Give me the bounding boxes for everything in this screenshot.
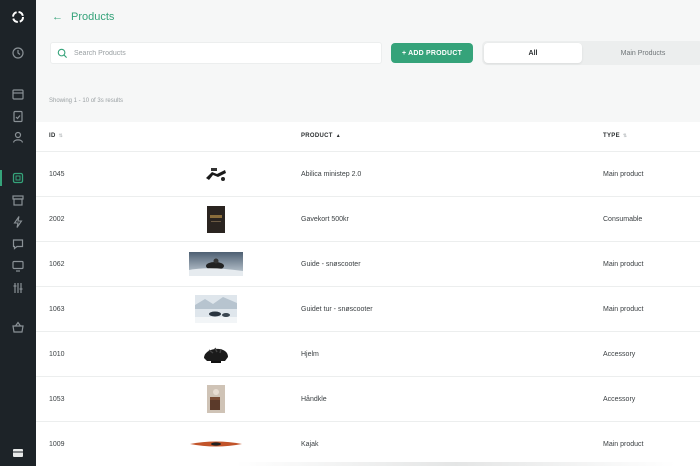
cell-product: Abilica ministep 2.0 [301,170,362,178]
cell-id: 1010 [49,350,65,358]
panel-icon[interactable] [11,446,25,460]
table-row[interactable]: 1063 Guidet tur - snøscooter Main produc… [36,287,700,332]
cell-id: 1009 [49,440,65,448]
add-product-button[interactable]: + ADD PRODUCT [391,43,473,63]
cell-type: Main product [603,305,644,313]
monitor-icon[interactable] [11,259,25,273]
basket-icon[interactable] [11,320,25,334]
scroll-shadow [236,462,676,466]
chat-icon[interactable] [11,237,25,251]
history-icon[interactable] [11,46,25,60]
helmet-image [186,332,246,376]
product-box-icon[interactable] [11,171,25,185]
search-icon [57,48,68,58]
lightning-icon[interactable] [11,215,25,229]
column-label: PRODUCT [301,133,333,139]
column-label: TYPE [603,133,620,139]
cell-type: Accessory [603,395,636,403]
table-row[interactable]: 1062 Guide - snøscooter Main product [36,242,700,287]
cell-product: Guidet tur - snøscooter [301,305,373,313]
cell-id: 1063 [49,305,65,313]
column-header-id[interactable]: ID ⇅ [49,133,63,139]
sidebar [0,0,36,466]
snowmobile-tour-image [186,287,246,331]
gift-card-image [186,197,246,241]
cell-id: 2002 [49,215,65,223]
table-header: ID ⇅ PRODUCT ▲ TYPE ⇅ [36,122,700,152]
active-indicator [0,170,2,186]
user-icon[interactable] [11,130,25,144]
logo-ring-icon[interactable] [11,10,25,24]
cell-product: Håndkle [301,395,327,403]
sort-icon: ⇅ [622,133,628,139]
cell-type: Accessory [603,350,636,358]
cell-type: Main product [603,440,644,448]
products-table: ID ⇅ PRODUCT ▲ TYPE ⇅ 1045 Abilica minis… [36,122,700,466]
cell-product: Hjelm [301,350,319,358]
column-header-type[interactable]: TYPE ⇅ [603,133,627,139]
sort-icon: ⇅ [58,133,64,139]
cell-type: Consumable [603,215,643,223]
cell-type: Main product [603,260,644,268]
cell-product: Gavekort 500kr [301,215,349,223]
cell-id: 1045 [49,170,65,178]
column-label: ID [49,133,56,139]
cell-product: Guide - snøscooter [301,260,361,268]
towel-image [186,377,246,421]
tab-main-products[interactable]: Main Products [584,43,700,63]
filter-tabs: All Main Products [482,41,700,65]
table-row[interactable]: 1045 Abilica ministep 2.0 Main product [36,152,700,197]
snowmobile-guide-image [186,242,246,286]
table-row[interactable]: 1010 Hjelm Accessory [36,332,700,377]
sliders-icon[interactable] [11,281,25,295]
cell-id: 1053 [49,395,65,403]
tab-all[interactable]: All [484,43,582,63]
page-title: Products [71,11,115,23]
archive-icon[interactable] [11,193,25,207]
sort-asc-icon: ▲ [335,133,342,139]
table-row[interactable]: 2002 Gavekort 500kr Consumable [36,197,700,242]
page-header: ← Products [52,10,114,24]
clipboard-check-icon[interactable] [11,109,25,123]
cell-id: 1062 [49,260,65,268]
stepper-image [186,152,246,196]
add-product-label: + ADD PRODUCT [401,49,463,57]
kayak-image [186,422,246,466]
cell-product: Kajak [301,440,319,448]
cell-type: Main product [603,170,644,178]
back-arrow-icon[interactable]: ← [52,11,63,23]
table-body: 1045 Abilica ministep 2.0 Main product 2… [36,152,700,466]
main-content: ← Products + ADD PRODUCT All Main Produc… [36,0,700,466]
search-input[interactable] [74,49,364,57]
results-count: Showing 1 - 10 of 3s results [49,98,124,104]
table-row[interactable]: 1009 Kajak Main product [36,422,700,466]
column-header-product[interactable]: PRODUCT ▲ [301,133,341,139]
search-box[interactable] [50,42,382,64]
calendar-icon[interactable] [11,87,25,101]
table-row[interactable]: 1053 Håndkle Accessory [36,377,700,422]
